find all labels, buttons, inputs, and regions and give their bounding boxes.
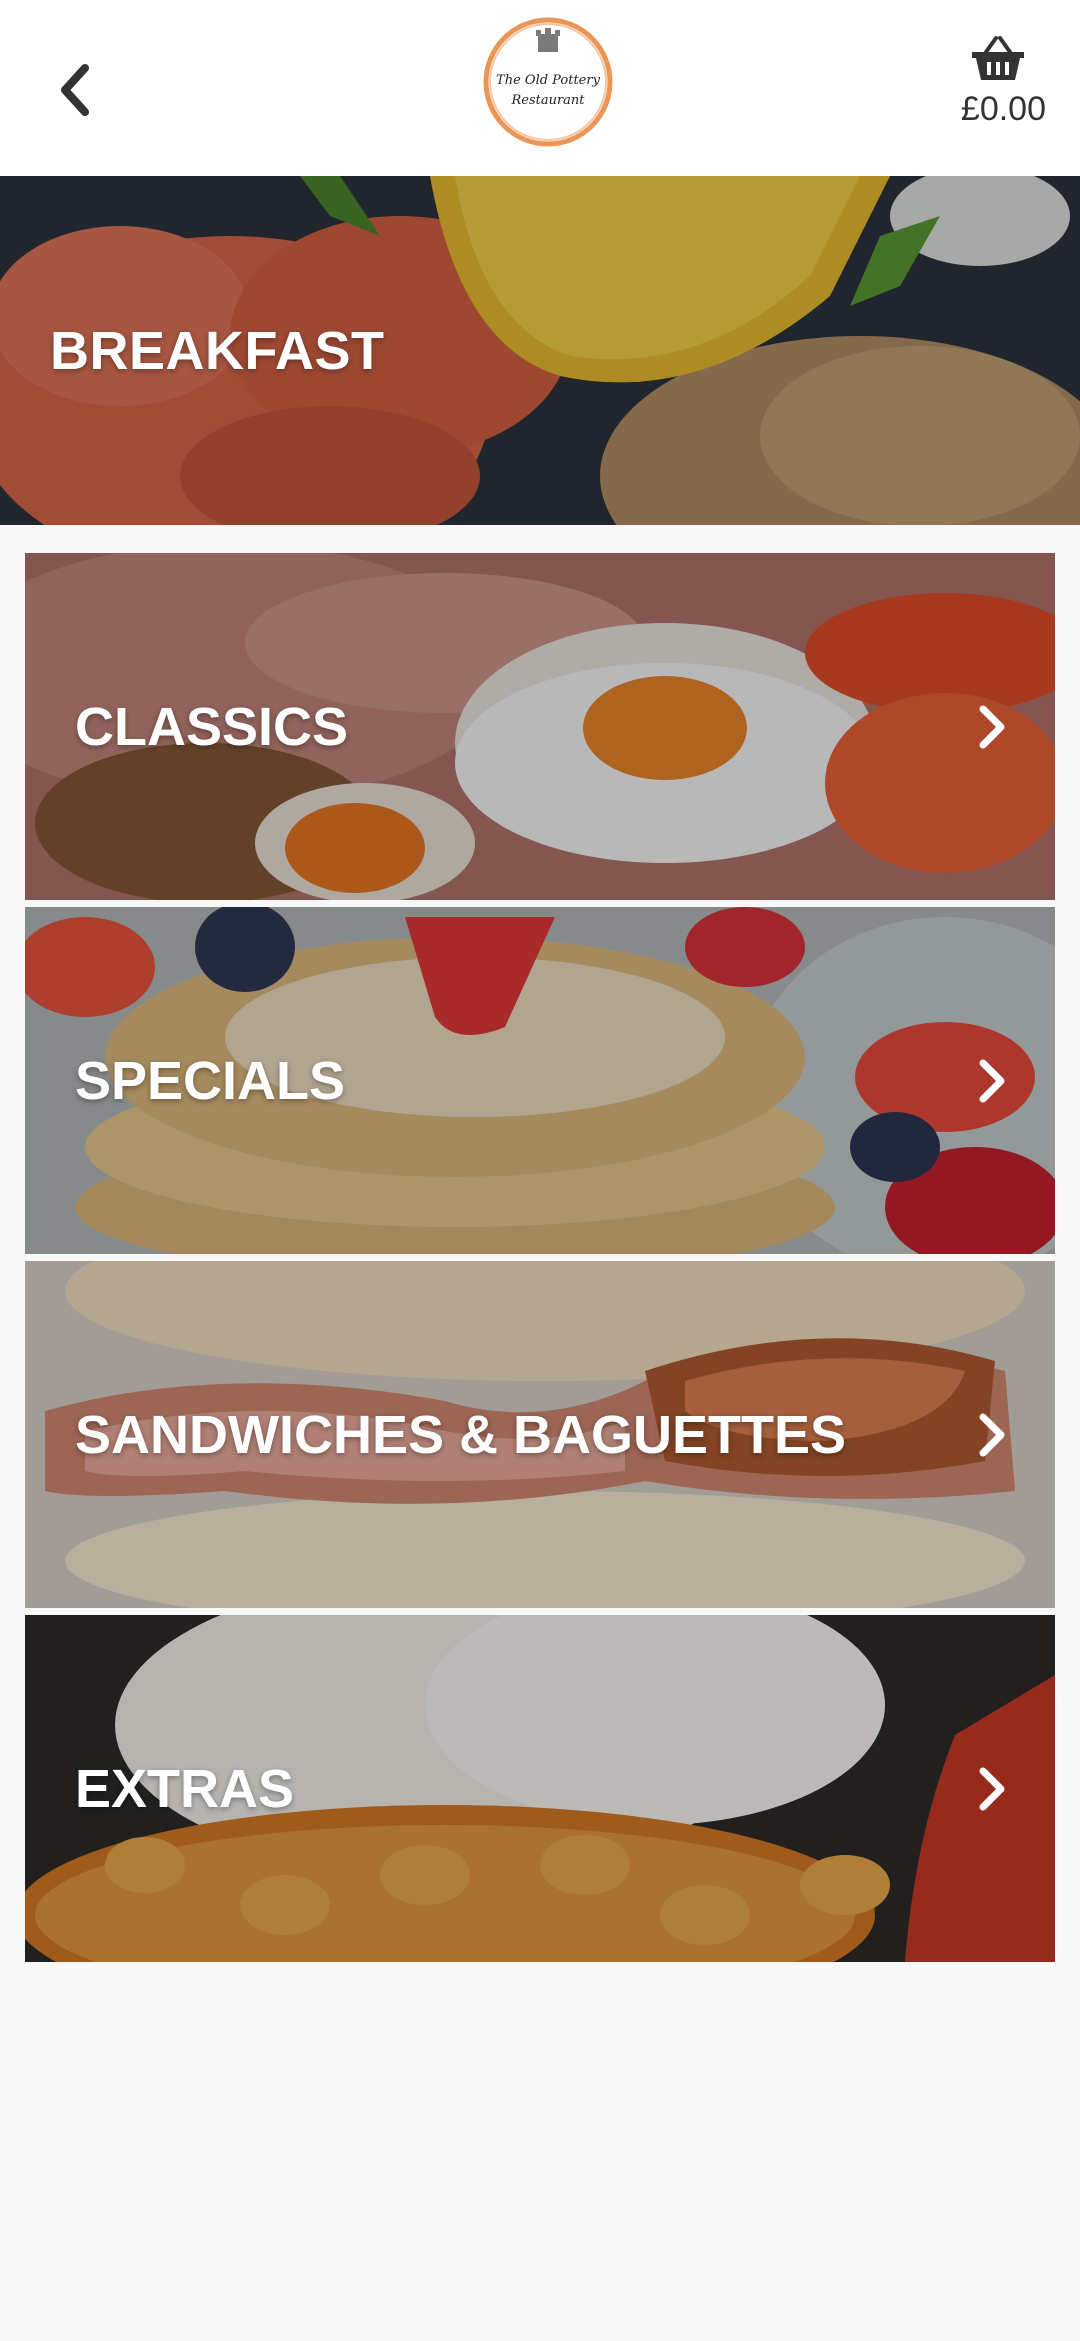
category-card-specials[interactable]: SPECIALS: [25, 907, 1055, 1254]
svg-text:Restaurant: Restaurant: [510, 93, 585, 108]
chevron-left-icon: [61, 64, 89, 116]
back-button[interactable]: [40, 50, 110, 130]
category-title: BREAKFAST: [50, 321, 385, 381]
chevron-right-icon: [979, 1059, 1005, 1103]
chevron-right-icon: [979, 1767, 1005, 1811]
chevron-right-icon: [979, 705, 1005, 749]
category-label: EXTRAS: [75, 1758, 295, 1819]
category-card-classics[interactable]: CLASSICS: [25, 553, 1055, 900]
basket-icon: [972, 36, 1024, 80]
chevron-right-icon: [979, 1413, 1005, 1457]
svg-text:The Old Pottery: The Old Pottery: [496, 73, 601, 88]
category-hero-banner: BREAKFAST: [0, 176, 1080, 525]
category-card-extras[interactable]: EXTRAS: [25, 1615, 1055, 1962]
category-label: SPECIALS: [75, 1050, 346, 1111]
app-header: The Old Pottery Restaurant £0.00: [0, 0, 1080, 176]
category-card-sandwiches-baguettes[interactable]: SANDWICHES & BAGUETTES: [25, 1261, 1055, 1608]
restaurant-logo[interactable]: The Old Pottery Restaurant: [480, 14, 616, 150]
category-label: CLASSICS: [75, 696, 349, 757]
cart-total: £0.00: [960, 90, 1046, 128]
cart-button[interactable]: £0.00: [906, 34, 1046, 144]
category-label: SANDWICHES & BAGUETTES: [75, 1404, 847, 1465]
